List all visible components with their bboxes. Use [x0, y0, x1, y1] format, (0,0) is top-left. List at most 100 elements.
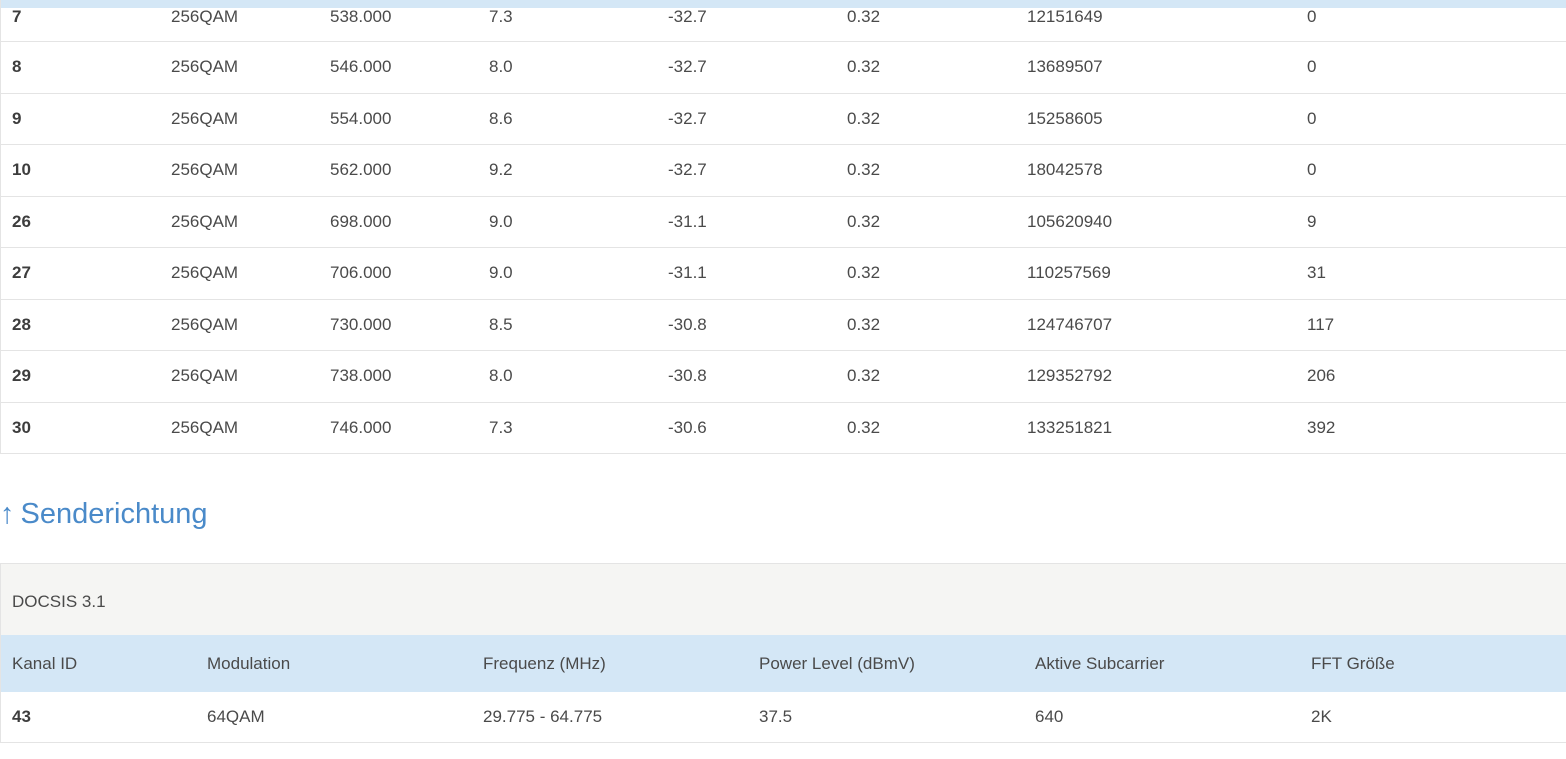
correctable-errors: 12151649 [1027, 7, 1103, 26]
frequency: 698.000 [330, 211, 392, 231]
header-power-level: Power Level (dBmV) [759, 653, 915, 673]
header-channel-id: Kanal ID [12, 653, 78, 673]
modulation: 256QAM [171, 211, 239, 231]
frequency: 738.000 [330, 366, 392, 386]
modulation: 256QAM [171, 7, 239, 26]
downstream-table: 7 256QAM 538.000 7.3 -32.7 0.32 12151649… [0, 0, 1566, 454]
modulation: 256QAM [171, 57, 239, 77]
uncorrectable-errors: 117 [1307, 314, 1335, 334]
power-level: 9.0 [489, 211, 513, 231]
docsis-version-label: DOCSIS 3.1 [12, 592, 106, 611]
power-level: 8.0 [489, 57, 513, 77]
mer: -30.6 [668, 417, 707, 437]
mer: -30.8 [668, 314, 707, 334]
table-row: 8 256QAM 546.000 8.0 -32.7 0.32 13689507… [1, 42, 1566, 94]
power-level: 8.6 [489, 108, 513, 128]
channel-id: 26 [12, 211, 31, 231]
correctable-errors: 105620940 [1027, 211, 1113, 231]
active-subcarrier: 640 [1035, 707, 1064, 726]
mer: -31.1 [668, 211, 707, 231]
table-row: 10 256QAM 562.000 9.2 -32.7 0.32 1804257… [1, 145, 1566, 197]
channel-id: 10 [12, 160, 31, 180]
latency: 0.32 [847, 417, 881, 437]
upstream-section-title: ↑ Senderichtung [0, 498, 208, 531]
channel-id: 9 [12, 108, 22, 128]
mer: -30.8 [668, 366, 707, 386]
table-row: 30 256QAM 746.000 7.3 -30.6 0.32 1332518… [1, 403, 1566, 454]
latency: 0.32 [847, 314, 881, 334]
fft-size: 2K [1311, 707, 1332, 726]
modulation: 256QAM [171, 314, 239, 334]
power-level: 7.3 [489, 417, 513, 437]
table-row: 26 256QAM 698.000 9.0 -31.1 0.32 1056209… [1, 197, 1566, 248]
upstream-table: DOCSIS 3.1 Kanal ID Modulation Frequenz … [0, 563, 1566, 743]
uncorrectable-errors: 0 [1307, 7, 1317, 26]
power-level: 8.5 [489, 314, 513, 334]
latency: 0.32 [847, 263, 881, 283]
power-level: 9.0 [489, 263, 513, 283]
modulation: 256QAM [171, 417, 239, 437]
frequency: 746.000 [330, 417, 392, 437]
frequency: 730.000 [330, 314, 392, 334]
latency: 0.32 [847, 211, 881, 231]
mer: -31.1 [668, 263, 707, 283]
frequency: 554.000 [330, 108, 392, 128]
channel-id: 30 [12, 417, 31, 437]
uncorrectable-errors: 206 [1307, 366, 1336, 386]
modulation: 256QAM [171, 366, 239, 386]
mer: -32.7 [668, 57, 707, 77]
frequency: 538.000 [330, 7, 392, 26]
correctable-errors: 129352792 [1027, 366, 1113, 386]
mer: -32.7 [668, 108, 707, 128]
channel-id: 8 [12, 57, 22, 77]
table-row: 28 256QAM 730.000 8.5 -30.8 0.32 1247467… [1, 300, 1566, 351]
power-level: 7.3 [489, 7, 513, 26]
modulation: 256QAM [171, 263, 239, 283]
uncorrectable-errors: 0 [1307, 160, 1317, 180]
latency: 0.32 [847, 7, 881, 26]
uncorrectable-errors: 392 [1307, 417, 1336, 437]
modulation: 256QAM [171, 108, 239, 128]
channel-id: 29 [12, 366, 31, 386]
frequency: 29.775 - 64.775 [483, 707, 603, 726]
power-level: 37.5 [759, 707, 793, 726]
uncorrectable-errors: 0 [1307, 57, 1317, 77]
correctable-errors: 18042578 [1027, 160, 1103, 180]
latency: 0.32 [847, 160, 881, 180]
table-row: 9 256QAM 554.000 8.6 -32.7 0.32 15258605… [1, 94, 1566, 145]
power-level: 9.2 [489, 160, 513, 180]
modulation: 64QAM [207, 707, 265, 726]
uncorrectable-errors: 9 [1307, 211, 1317, 231]
correctable-errors: 15258605 [1027, 108, 1103, 128]
latency: 0.32 [847, 108, 881, 128]
table-row: 7 256QAM 538.000 7.3 -32.7 0.32 12151649… [1, 0, 1566, 42]
uncorrectable-errors: 0 [1307, 108, 1317, 128]
table-header: Kanal ID Modulation Frequenz (MHz) Power… [1, 635, 1566, 692]
latency: 0.32 [847, 57, 881, 77]
header-fft-size: FFT Größe [1311, 653, 1395, 673]
mer: -32.7 [668, 160, 707, 180]
docsis-caption: DOCSIS 3.1 [1, 563, 1566, 635]
modulation: 256QAM [171, 160, 239, 180]
table-row: 29 256QAM 738.000 8.0 -30.8 0.32 1293527… [1, 351, 1566, 403]
mer: -32.7 [668, 7, 707, 26]
table-row: 27 256QAM 706.000 9.0 -31.1 0.32 1102575… [1, 248, 1566, 300]
up-arrow-icon: ↑ [0, 498, 15, 530]
latency: 0.32 [847, 366, 881, 386]
uncorrectable-errors: 31 [1307, 263, 1326, 283]
header-frequency: Frequenz (MHz) [483, 653, 606, 673]
correctable-errors: 110257569 [1027, 263, 1111, 283]
header-modulation: Modulation [207, 653, 291, 673]
table-row: 43 64QAM 29.775 - 64.775 37.5 640 2K [1, 692, 1566, 743]
correctable-errors: 133251821 [1027, 417, 1113, 437]
correctable-errors: 13689507 [1027, 57, 1103, 77]
correctable-errors: 124746707 [1027, 314, 1113, 334]
frequency: 562.000 [330, 160, 392, 180]
header-active-subcarrier: Aktive Subcarrier [1035, 653, 1165, 673]
channel-id: 7 [12, 7, 22, 26]
frequency: 546.000 [330, 57, 392, 77]
power-level: 8.0 [489, 366, 513, 386]
channel-id: 43 [12, 707, 31, 726]
section-title-text: Senderichtung [20, 498, 208, 530]
frequency: 706.000 [330, 263, 392, 283]
